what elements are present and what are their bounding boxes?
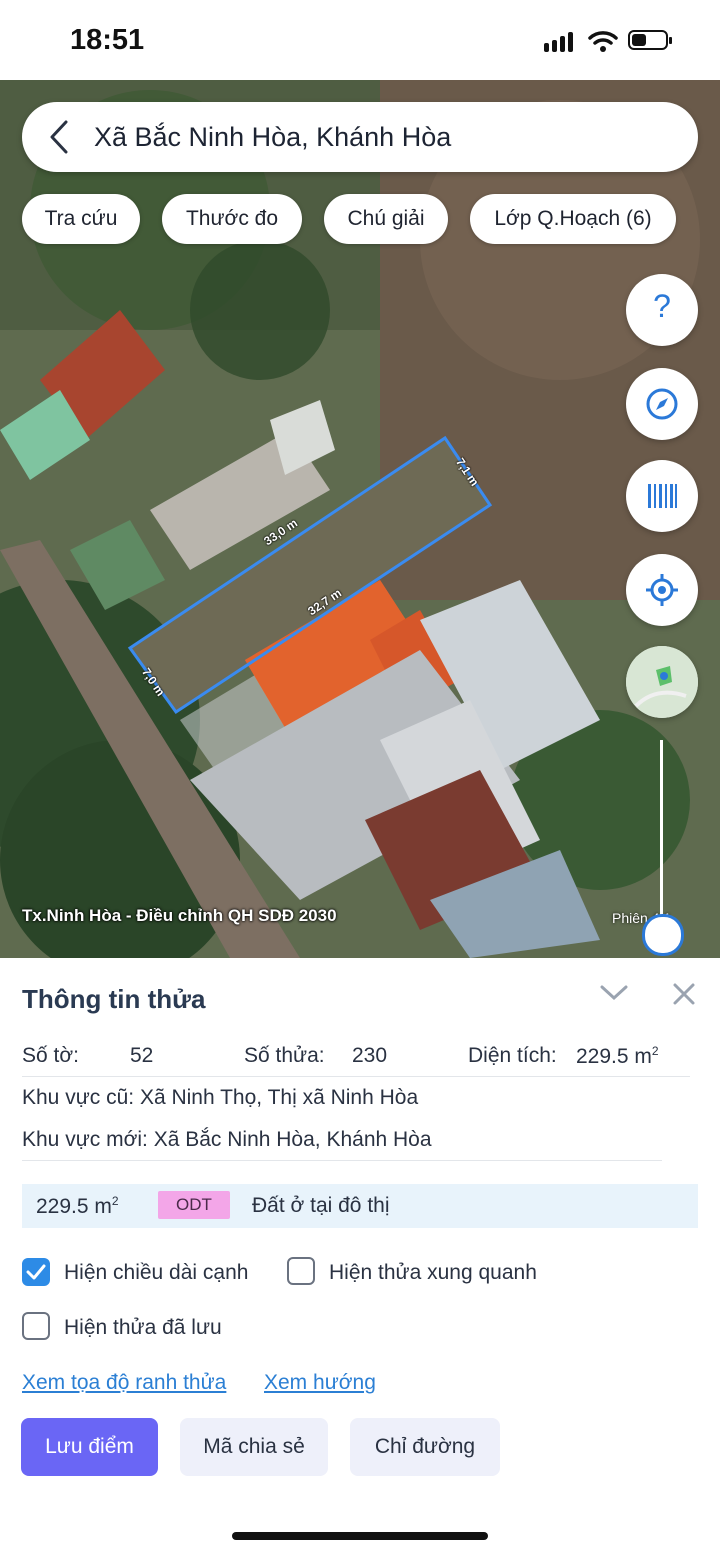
status-time: 18:51 [70, 24, 145, 56]
chip-tra-cuu[interactable]: Tra cứu [22, 194, 140, 244]
so-to-label: Số tờ: [22, 1044, 79, 1067]
compass-button[interactable] [626, 368, 698, 440]
barcode-icon [648, 484, 677, 508]
share-code-button[interactable]: Mã chia sẻ [180, 1418, 328, 1476]
save-point-button[interactable]: Lưu điểm [21, 1418, 158, 1476]
land-use-label: Đất ở tại đô thị [252, 1194, 390, 1217]
planning-layer-label: Tx.Ninh Hòa - Điều chỉnh QH SDĐ 2030 [22, 906, 337, 925]
land-use-row: 229.5 m2 ODT Đất ở tại đô thị [22, 1184, 698, 1228]
divider [22, 1076, 690, 1077]
check-icon [26, 1264, 46, 1280]
show-saved-label[interactable]: Hiện thửa đã lưu [64, 1316, 222, 1340]
back-arrow-icon[interactable] [48, 120, 70, 154]
locate-icon [646, 574, 678, 606]
minimap-icon [626, 646, 698, 718]
parcel-info-panel: Thông tin thửa Số tờ: 52 Số thửa: 230 Di… [0, 958, 720, 1555]
show-edge-length-label[interactable]: Hiện chiều dài cạnh [64, 1261, 248, 1285]
help-icon: ? [653, 288, 671, 324]
collapse-chevron-icon[interactable] [600, 984, 628, 1002]
zoom-slider-knob[interactable] [642, 914, 684, 956]
help-button[interactable]: ? [626, 274, 698, 346]
home-indicator [232, 1532, 488, 1540]
show-saved-checkbox[interactable] [22, 1312, 50, 1340]
panel-title: Thông tin thửa [22, 984, 206, 1014]
divider [22, 1160, 662, 1161]
so-thua-value: 230 [352, 1044, 388, 1067]
signal-icon [544, 32, 578, 52]
minimap-button[interactable] [626, 646, 698, 718]
view-direction-link[interactable]: Xem hướng [264, 1371, 376, 1395]
search-query[interactable]: Xã Bắc Ninh Hòa, Khánh Hòa [94, 122, 451, 153]
battery-icon [628, 30, 672, 50]
barcode-button[interactable] [626, 460, 698, 532]
show-surrounding-checkbox[interactable] [287, 1257, 315, 1285]
chip-lop-quy-hoach[interactable]: Lớp Q.Hoạch (6) [470, 194, 676, 244]
chip-chu-giai[interactable]: Chú giải [324, 194, 448, 244]
so-thua-label: Số thửa: [244, 1044, 325, 1067]
new-area: Khu vực mới: Xã Bắc Ninh Hòa, Khánh Hòa [22, 1128, 432, 1151]
status-bar: 18:51 [0, 0, 720, 80]
show-edge-length-checkbox[interactable] [22, 1258, 50, 1286]
dien-tich-label: Diện tích: [468, 1044, 557, 1067]
view-coordinates-link[interactable]: Xem tọa độ ranh thửa [22, 1371, 226, 1395]
compass-icon [646, 388, 678, 420]
chip-thuoc-do[interactable]: Thước đo [162, 194, 302, 244]
locate-button[interactable] [626, 554, 698, 626]
so-to-value: 52 [130, 1044, 154, 1067]
land-code-badge: ODT [158, 1191, 230, 1219]
wifi-icon [588, 31, 618, 52]
close-icon[interactable] [672, 982, 696, 1006]
directions-button[interactable]: Chỉ đường [350, 1418, 500, 1476]
old-area: Khu vực cũ: Xã Ninh Thọ, Thị xã Ninh Hòa [22, 1086, 419, 1109]
zoom-slider-track[interactable] [660, 740, 663, 930]
land-area: 229.5 m2 [36, 1194, 119, 1218]
search-bar[interactable]: Xã Bắc Ninh Hòa, Khánh Hòa [22, 102, 698, 172]
show-surrounding-label[interactable]: Hiện thửa xung quanh [329, 1261, 537, 1285]
map-view[interactable]: 33,0 m 7,1 m 32,7 m 7,0 m Xã Bắc Ninh Hò… [0, 80, 720, 958]
dien-tich-value: 229.5 m2 [576, 1044, 659, 1068]
